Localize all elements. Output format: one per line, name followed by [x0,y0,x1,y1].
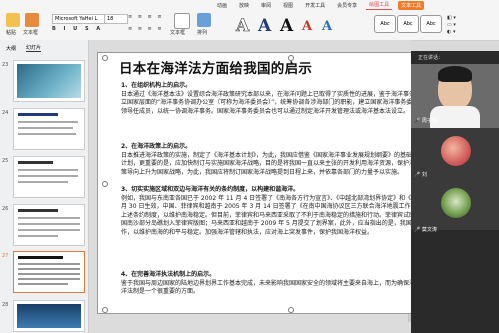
tab-slides[interactable]: 幻灯片 [26,44,42,52]
paragraph-buttons[interactable]: ≡ ≡ ≡ ≡ [128,14,164,20]
selection-handle[interactable] [102,55,108,61]
slide-number: 26 [2,206,9,212]
slide-number: 28 [2,302,9,308]
paste-icon[interactable] [6,13,20,27]
textbox-label: 文本框 [23,30,39,36]
tab-4[interactable]: 视图 [280,1,296,10]
shape-style-3[interactable]: Abc [420,15,442,33]
slide-thumbnail[interactable] [13,300,85,332]
selection-handle[interactable] [288,307,294,313]
shape-style-2[interactable]: Abc [397,15,419,33]
arrange-icon[interactable] [197,13,211,27]
selection-handle[interactable] [102,307,108,313]
tab-8[interactable]: 文本工具 [398,0,425,10]
text-style-outline-icon[interactable]: A [236,16,250,37]
selection-handle[interactable] [288,55,294,61]
format-buttons[interactable]: B I U S A [52,26,103,32]
text-style-black-icon[interactable]: A [280,16,293,36]
participant-name: 🎤 莫文涛 [414,227,437,233]
font-name-select[interactable]: Microsoft YaHei L [52,14,106,24]
participant-tile[interactable] [411,180,499,230]
paste-label: 粘贴 [6,30,17,36]
mic-icon: 🎤 [414,227,421,233]
tab-1[interactable]: 动画 [214,1,230,10]
tab-2[interactable]: 放映 [236,1,252,10]
slide-thumbnail[interactable] [13,60,85,102]
slide-number: 24 [2,110,9,116]
tab-6[interactable]: 会员专享 [334,1,360,10]
tab-outline[interactable]: 大纲 [6,45,16,52]
participant-name: 🎤 周子恒 [414,118,437,124]
slide-number: 27 [2,253,9,259]
speaking-header: 正在讲话： [418,55,444,61]
new-slide-icon[interactable] [25,13,39,27]
fill-outline-buttons[interactable]: ◧ ▾ ▭ ▾ ◐ ▾ [447,15,456,36]
font-size-select[interactable]: 18 [104,14,128,24]
ribbon-tabs: 动画 放映 审阅 视图 开发工具 会员专享 绘图工具 文本工具 [214,0,425,10]
participant-name: 🎤 刘 [414,172,427,178]
align-buttons[interactable]: ≡ ≡ ≡ ≡ [128,26,164,32]
slide-thumbnail-panel: 大纲 幻灯片 23 24 25 26 27 28 [0,40,89,333]
shape-style-1[interactable]: Abc [374,15,396,33]
mic-icon: 🎤 [414,172,421,178]
slide-thumbnail[interactable] [13,156,85,198]
slide-thumbnail-selected[interactable] [13,251,85,293]
textbox-icon[interactable] [174,13,190,29]
tab-7[interactable]: 绘图工具 [366,0,393,10]
tab-5[interactable]: 开发工具 [302,1,328,10]
textbox-label-2: 文本框 [170,30,186,36]
text-outline-icon[interactable]: A [322,19,332,34]
slide-title[interactable]: 日本在海洋法方面给我国的启示 [119,57,312,77]
ribbon: 粘贴 文本框 Microsoft YaHei L 18 B I U S A ≡ … [0,0,499,41]
selection-handle[interactable] [102,181,108,187]
tab-3[interactable]: 审阅 [258,1,274,10]
arrange-label: 排列 [197,30,208,36]
slide-thumbnail[interactable] [13,204,85,246]
slide-number: 23 [2,62,9,68]
text-fill-icon[interactable]: A [302,19,312,34]
slide-thumbnail[interactable] [13,108,85,150]
slide-number: 25 [2,158,9,164]
mic-icon: 🎤 [414,118,421,124]
text-style-blue-icon[interactable]: A [258,16,271,36]
